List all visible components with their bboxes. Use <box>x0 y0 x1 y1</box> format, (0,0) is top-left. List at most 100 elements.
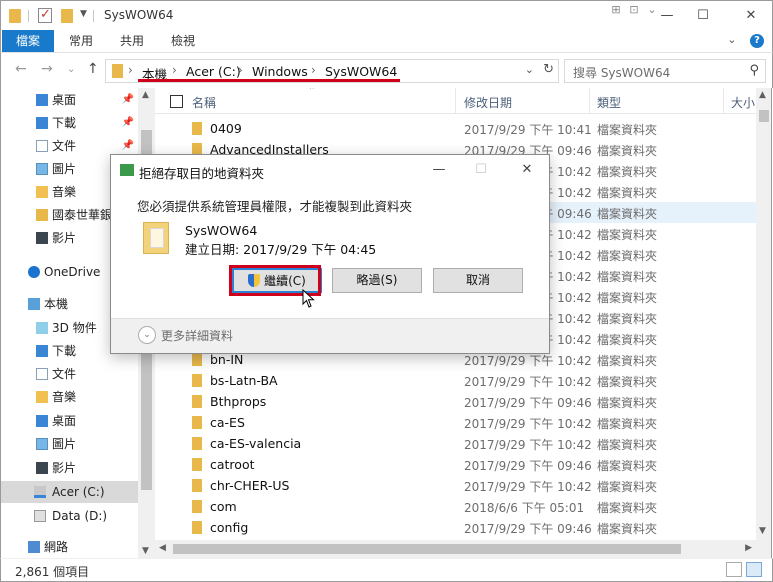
downloads-folder-icon <box>36 345 48 357</box>
column-header-date[interactable]: 修改日期 <box>464 94 512 111</box>
file-list-horizontal-scrollbar[interactable]: ◀ ▶ <box>155 540 756 558</box>
new-folder-icon[interactable] <box>61 9 73 23</box>
large-icons-view-icon[interactable] <box>746 562 762 577</box>
more-details-link[interactable]: 更多詳細資料 <box>161 327 233 344</box>
tab-share[interactable]: 共用 <box>120 30 144 52</box>
dialog-message: 您必須提供系統管理員權限，才能複製到此資料夾 <box>137 199 413 214</box>
expand-details-chevron-icon[interactable]: ⌄ <box>138 326 156 344</box>
table-row[interactable]: ca-ES-valencia 2017/9/29 下午 10:42 檔案資料夾 <box>155 433 756 454</box>
table-row[interactable]: 0409 2017/9/29 下午 10:41 檔案資料夾 <box>155 118 756 139</box>
table-row[interactable]: Bthprops 2017/9/29 下午 09:46 檔案資料夾 <box>155 391 756 412</box>
details-view-icon[interactable] <box>726 562 742 577</box>
scroll-down-arrow-icon[interactable]: ▼ <box>759 526 766 536</box>
nav-item-pictures-pc[interactable]: 圖片 <box>1 433 138 455</box>
nav-item-network[interactable]: 網路 <box>1 536 138 558</box>
nav-item-label: 影片 <box>52 461 77 475</box>
window-title: SysWOW64 <box>104 8 174 22</box>
nav-item-drive-c[interactable]: Acer (C:) <box>1 481 138 503</box>
nav-item-label: 3D 物件 <box>52 321 97 335</box>
file-date: 2017/9/29 下午 10:42 <box>464 480 592 494</box>
dialog-minimize-button[interactable]: — <box>430 161 448 179</box>
nav-item-desktop[interactable]: 桌面 📌 <box>1 89 138 111</box>
scroll-up-arrow-icon[interactable]: ▲ <box>142 90 149 100</box>
file-date: 2017/9/29 下午 10:41 <box>464 123 592 137</box>
nav-item-videos-pc[interactable]: 影片 <box>1 457 138 479</box>
cancel-button[interactable]: 取消 <box>433 268 523 293</box>
scrollbar-thumb[interactable] <box>759 110 769 122</box>
dialog-title: 拒絕存取目的地資料夾 <box>139 166 265 181</box>
column-divider[interactable] <box>589 88 590 114</box>
network-icon <box>28 541 40 553</box>
ribbon-tabs: 檔案 常用 共用 檢視 ⌄ ? <box>0 30 773 52</box>
file-date: 2017/9/29 下午 10:42 <box>464 354 592 368</box>
properties-check-icon[interactable] <box>38 7 52 23</box>
file-type: 檔案資料夾 <box>597 333 658 347</box>
nav-item-downloads[interactable]: 下載 📌 <box>1 112 138 134</box>
column-divider[interactable] <box>455 88 456 114</box>
nav-item-documents-pc[interactable]: 文件 <box>1 363 138 385</box>
minimize-button[interactable]: — <box>657 6 677 26</box>
table-row[interactable]: ca-ES 2017/9/29 下午 10:42 檔案資料夾 <box>155 412 756 433</box>
file-name: chr-CHER-US <box>210 478 290 493</box>
table-row[interactable]: config 2017/9/29 下午 09:46 檔案資料夾 <box>155 517 756 538</box>
dialog-maximize-button: ☐ <box>475 162 487 177</box>
table-row[interactable]: catroot 2017/9/29 下午 09:46 檔案資料夾 <box>155 454 756 475</box>
file-name: Bthprops <box>210 394 267 409</box>
maximize-button[interactable]: ☐ <box>693 6 713 26</box>
scroll-right-arrow-icon[interactable]: ▶ <box>745 543 752 553</box>
tab-home[interactable]: 常用 <box>69 30 93 52</box>
table-row[interactable]: bs-Latn-BA 2017/9/29 下午 10:42 檔案資料夾 <box>155 370 756 391</box>
pictures-folder-icon <box>36 163 48 175</box>
folder-icon <box>192 437 202 450</box>
file-date: 2017/9/29 下午 10:42 <box>464 417 592 431</box>
nav-item-label: 文件 <box>52 367 77 381</box>
folder-icon <box>192 416 202 429</box>
file-list-vertical-scrollbar[interactable]: ▲ ▼ <box>756 88 772 540</box>
collapse-ribbon-icon[interactable]: ⌄ <box>727 33 736 46</box>
column-header-type[interactable]: 類型 <box>597 94 621 111</box>
file-date: 2018/6/6 下午 05:01 <box>464 501 585 515</box>
pin-icon[interactable]: 📌 <box>122 89 134 111</box>
breadcrumb-windows[interactable]: Windows <box>252 64 308 79</box>
address-dropdown-icon[interactable]: ⌄ <box>525 63 534 76</box>
column-divider[interactable] <box>723 88 724 114</box>
breadcrumb-drive-c[interactable]: Acer (C:) <box>186 64 241 79</box>
refresh-icon[interactable]: ↻ <box>543 62 554 77</box>
table-row[interactable]: chr-CHER-US 2017/9/29 下午 10:42 檔案資料夾 <box>155 475 756 496</box>
tab-view[interactable]: 檢視 <box>171 30 195 52</box>
help-icon[interactable]: ? <box>750 34 764 48</box>
file-type: 檔案資料夾 <box>597 123 658 137</box>
file-date: 2017/9/29 下午 10:42 <box>464 438 592 452</box>
tab-file[interactable]: 檔案 <box>2 30 54 52</box>
table-row[interactable]: com 2018/6/6 下午 05:01 檔案資料夾 <box>155 496 756 517</box>
file-name: bs-Latn-BA <box>210 373 278 388</box>
breadcrumb-syswow64[interactable]: SysWOW64 <box>325 64 397 79</box>
back-button[interactable]: ← <box>15 61 27 77</box>
desktop-folder-icon <box>36 94 48 106</box>
search-icon[interactable]: ⚲ <box>749 63 759 78</box>
column-header-name[interactable]: 名稱 <box>192 94 216 111</box>
breadcrumb-separator[interactable]: › <box>238 63 243 77</box>
scroll-up-arrow-icon[interactable]: ▲ <box>759 90 766 100</box>
pin-icon[interactable]: 📌 <box>122 112 134 134</box>
scroll-left-arrow-icon[interactable]: ◀ <box>159 543 166 553</box>
nav-item-desktop-pc[interactable]: 桌面 <box>1 410 138 432</box>
up-button[interactable]: ↑ <box>87 61 99 77</box>
search-input[interactable]: 搜尋 SysWOW64 ⚲ <box>564 59 766 83</box>
skip-button[interactable]: 略過(S) <box>332 268 422 293</box>
dialog-close-button[interactable]: ✕ <box>518 161 536 179</box>
select-all-checkbox[interactable] <box>170 95 183 108</box>
nav-item-drive-d[interactable]: Data (D:) <box>1 505 138 527</box>
nav-item-music-pc[interactable]: 音樂 <box>1 386 138 408</box>
breadcrumb-separator[interactable]: › <box>311 63 316 77</box>
breadcrumb-separator[interactable]: › <box>172 63 177 77</box>
customize-toolbar-arrow-icon[interactable]: ▼ <box>80 9 87 27</box>
column-header-size[interactable]: 大小 <box>731 94 755 111</box>
close-button[interactable]: ✕ <box>741 6 761 26</box>
recent-locations-button[interactable]: ⌄ <box>67 64 75 75</box>
forward-button[interactable]: → <box>41 61 53 77</box>
scrollbar-thumb[interactable] <box>173 544 681 554</box>
breadcrumb-separator[interactable]: › <box>128 63 133 77</box>
scroll-down-arrow-icon[interactable]: ▼ <box>142 546 149 556</box>
file-type: 檔案資料夾 <box>597 228 658 242</box>
